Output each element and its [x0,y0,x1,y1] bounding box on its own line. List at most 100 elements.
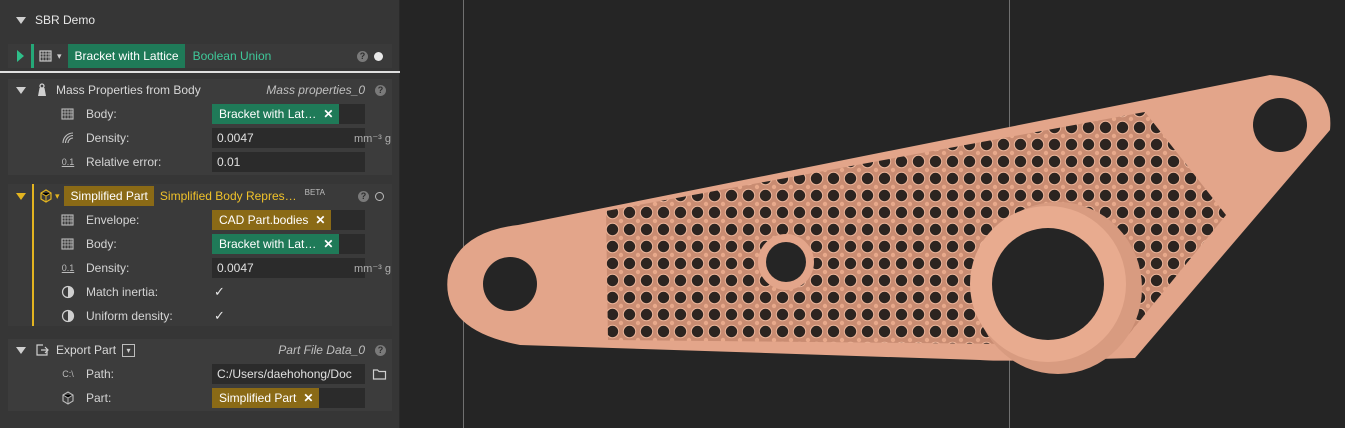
lattice-body-icon [60,236,76,252]
number-icon: 0.1 [61,157,75,167]
match-inertia-checkbox[interactable]: ✓ [214,284,225,300]
remove-icon[interactable]: ✕ [323,107,333,121]
mass-properties-node: Mass Properties from Body Mass propertie… [8,79,392,175]
remove-icon[interactable]: ✕ [303,391,313,405]
envelope-row: Envelope: CAD Part.bodies ✕ [36,209,392,231]
simplified-body-icon [60,390,76,406]
body-field[interactable]: Bracket with Lat… ✕ [212,234,365,254]
group-title: SBR Demo [35,13,96,27]
uniform-density-row: Uniform density: ✓ [36,305,392,327]
envelope-field[interactable]: CAD Part.bodies ✕ [212,210,365,230]
small-boss-hole [766,242,806,282]
3d-viewport[interactable] [400,0,1345,428]
chevron-down-icon[interactable]: ▾ [55,191,60,202]
export-part-title: Export Part [56,343,117,357]
collapse-icon[interactable] [16,346,26,354]
dropdown-icon[interactable]: ▾ [122,343,136,357]
simplified-body-row: Body: Bracket with Lat… ✕ [36,233,392,255]
density-unit: mm⁻³ g [354,132,391,145]
beta-badge: BETA [304,188,325,197]
node-accent [31,44,34,68]
body-chip-label: Bracket with Lat… [219,107,317,121]
path-row: C:\ Path: C:/Users/daehohong/Doc [36,363,392,385]
mass-properties-output: Mass properties_0 [266,83,365,97]
large-boss-hole [992,228,1104,340]
uniform-density-checkbox[interactable]: ✓ [214,308,225,324]
body-field[interactable]: Bracket with Lat… ✕ [212,104,365,124]
simplified-body-icon [38,188,54,204]
part-label: Part: [86,391,112,405]
left-hole [483,257,537,311]
density-input[interactable]: 0.0047 [212,128,365,148]
export-part-header[interactable]: Export Part ▾ Part File Data_0 ? [8,339,392,361]
density-unit: mm⁻³ g [354,262,391,275]
simplified-part-node: ▾ Simplified Part Simplified Body Repres… [8,184,392,326]
body-chip[interactable]: Bracket with Lat… ✕ [212,234,340,254]
envelope-icon [60,212,76,228]
export-part-output: Part File Data_0 [278,343,365,357]
density-label: Density: [86,131,130,145]
part-chip[interactable]: Simplified Part ✕ [212,388,320,408]
lattice-body-icon [38,48,54,64]
part-field[interactable]: Simplified Part ✕ [212,388,365,408]
lattice-body-icon [60,106,76,122]
collapse-icon[interactable] [16,86,26,94]
collapse-icon[interactable] [16,16,26,24]
match-inertia-label: Match inertia: [86,285,159,299]
body-label: Body: [86,237,117,251]
bracket-node-type: Boolean Union [192,49,272,63]
body-chip[interactable]: Bracket with Lat… ✕ [212,104,340,124]
body-label: Body: [86,107,117,121]
separator [0,71,400,73]
mass-properties-title: Mass Properties from Body [56,83,201,97]
help-icon[interactable]: ? [357,50,368,62]
status-ring-icon[interactable] [375,191,384,201]
body-chip-label: Bracket with Lat… [219,237,317,251]
remove-icon[interactable]: ✕ [315,213,325,227]
relative-error-label: Relative error: [86,155,162,169]
folder-icon[interactable] [372,366,388,382]
envelope-chip-label: CAD Part.bodies [219,213,309,227]
bracket-node[interactable]: ▾ Bracket with Lattice Boolean Union ? [8,44,392,68]
weight-icon [34,82,50,98]
mass-body-row: Body: Bracket with Lat… ✕ [36,103,392,125]
density-label: Density: [86,261,130,275]
toggle-icon [60,284,76,300]
simplified-density-row: 0.1 Density: 0.0047 mm⁻³ g [36,257,392,279]
bracket-node-name[interactable]: Bracket with Lattice [67,44,185,68]
mass-properties-header[interactable]: Mass Properties from Body Mass propertie… [8,79,392,101]
path-icon: C:\ [62,369,74,379]
status-dot-icon[interactable] [374,51,383,61]
mass-density-row: Density: 0.0047 mm⁻³ g [36,127,392,149]
help-icon[interactable]: ? [375,344,386,356]
density-input[interactable]: 0.0047 [212,258,365,278]
remove-icon[interactable]: ✕ [323,237,333,251]
chevron-down-icon[interactable]: ▾ [57,51,62,62]
relative-error-row: 0.1 Relative error: 0.01 [36,151,392,173]
envelope-chip[interactable]: CAD Part.bodies ✕ [212,210,332,230]
help-icon[interactable]: ? [375,84,386,96]
part-chip-label: Simplified Part [219,391,297,405]
toggle-icon [60,308,76,324]
right-hole [1253,98,1307,152]
expand-icon[interactable] [17,50,24,62]
group-header[interactable]: SBR Demo [8,10,392,30]
path-input[interactable]: C:/Users/daehohong/Doc [212,364,365,384]
help-icon[interactable]: ? [358,190,369,202]
export-part-node: Export Part ▾ Part File Data_0 ? C:\ Pat… [8,339,392,411]
simplified-part-type: Simplified Body Repres… [159,189,297,203]
density-icon [60,130,76,146]
collapse-icon[interactable] [16,192,26,200]
path-label: Path: [86,367,115,381]
relative-error-input[interactable]: 0.01 [212,152,365,172]
part-row: Part: Simplified Part ✕ [36,387,392,409]
simplified-part-name[interactable]: Simplified Part [63,186,154,206]
export-icon [34,342,50,358]
number-icon: 0.1 [61,263,75,273]
node-panel: SBR Demo ▾ Bracket with Lattice Boolean … [0,0,400,428]
envelope-label: Envelope: [86,213,140,227]
match-inertia-row: Match inertia: ✓ [36,281,392,303]
simplified-part-header[interactable]: ▾ Simplified Part Simplified Body Repres… [8,185,392,207]
bracket-model[interactable] [400,0,1345,428]
uniform-density-label: Uniform density: [86,309,173,323]
